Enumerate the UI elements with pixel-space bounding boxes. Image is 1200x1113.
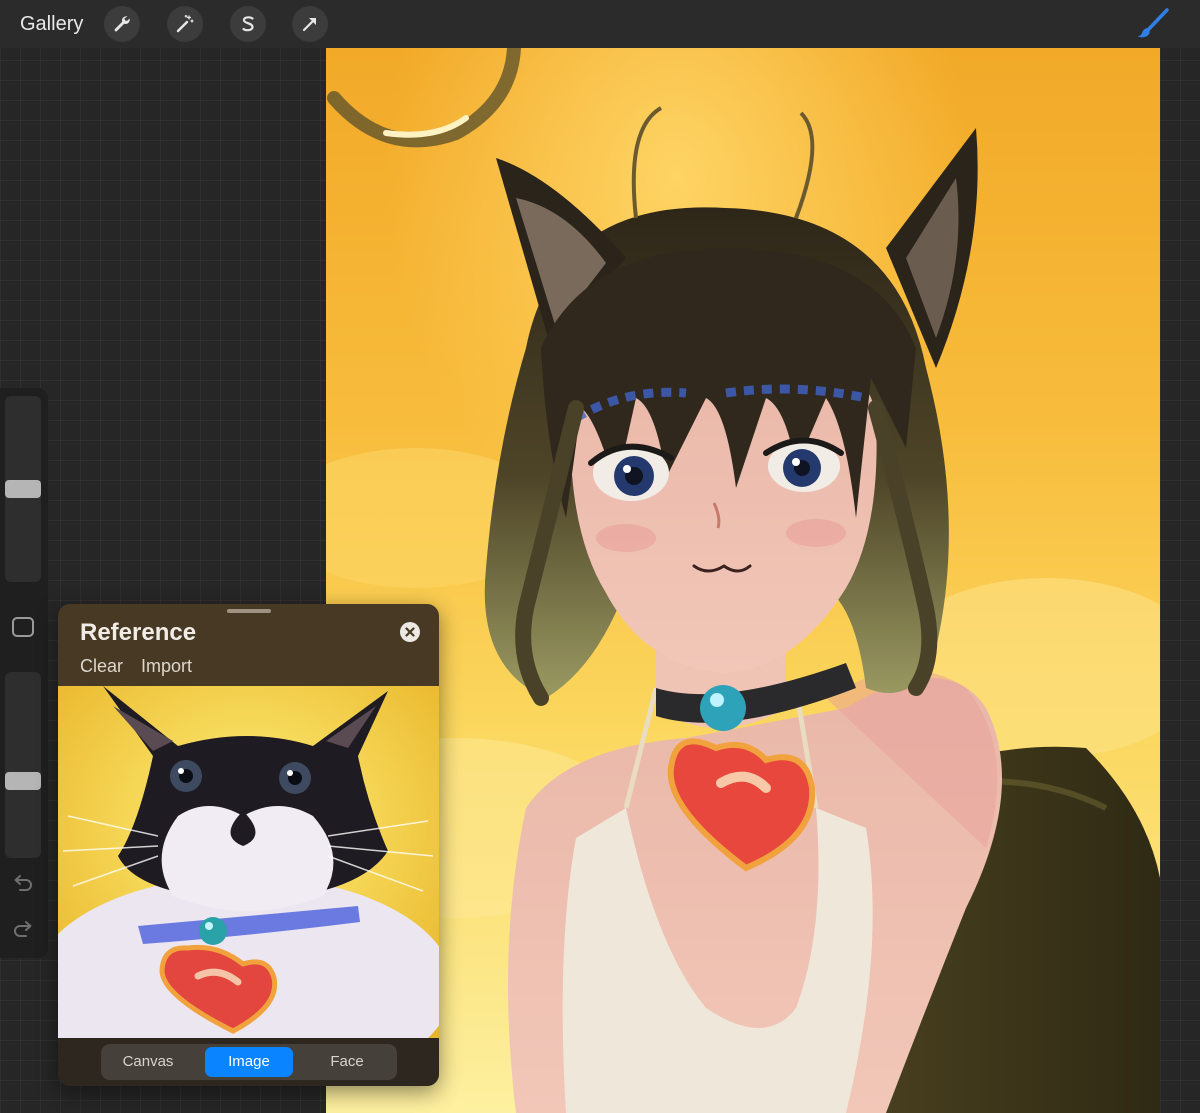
- brush-size-handle[interactable]: [5, 480, 41, 498]
- opacity-handle[interactable]: [5, 772, 41, 790]
- tab-image[interactable]: Image: [205, 1047, 293, 1077]
- cat-photo: [58, 686, 439, 1038]
- brush-size-slider[interactable]: [5, 396, 41, 582]
- close-reference-button[interactable]: [400, 622, 420, 642]
- reference-panel: Reference Clear Import Canvas Image Face: [58, 604, 439, 1086]
- gallery-button[interactable]: Gallery: [20, 12, 83, 36]
- left-sidebar: [0, 388, 48, 958]
- selection-s-icon: [242, 16, 254, 32]
- reference-image: [58, 686, 439, 1038]
- panel-drag-handle[interactable]: [227, 609, 271, 613]
- undo-button[interactable]: [12, 874, 34, 894]
- close-circle-icon: [405, 627, 415, 637]
- arrow-cursor-icon: [302, 17, 317, 32]
- drawing-canvas[interactable]: [326, 48, 1160, 1113]
- redo-icon: [14, 921, 32, 937]
- reference-title: Reference: [80, 619, 197, 646]
- brush-button[interactable]: [1134, 8, 1170, 40]
- adjustments-button[interactable]: [167, 6, 203, 42]
- artwork-illustration: [326, 48, 1160, 1113]
- tab-canvas[interactable]: Canvas: [104, 1047, 192, 1077]
- magic-wand-icon: [176, 14, 194, 33]
- opacity-slider[interactable]: [5, 672, 41, 858]
- actions-button[interactable]: [104, 6, 140, 42]
- selection-button[interactable]: [230, 6, 266, 42]
- reference-mode-bar: Canvas Image Face: [58, 1038, 439, 1086]
- transform-button[interactable]: [292, 6, 328, 42]
- reference-mode-segmented-control: Canvas Image Face: [101, 1044, 397, 1080]
- undo-icon: [14, 875, 32, 891]
- top-toolbar: Gallery: [0, 0, 1200, 48]
- clear-button[interactable]: Clear: [80, 655, 123, 677]
- tab-face[interactable]: Face: [303, 1047, 391, 1077]
- import-button[interactable]: Import: [141, 655, 192, 677]
- modify-button[interactable]: [12, 617, 34, 637]
- paintbrush-icon: [1137, 8, 1169, 38]
- wrench-icon: [114, 16, 130, 32]
- redo-button[interactable]: [12, 920, 34, 940]
